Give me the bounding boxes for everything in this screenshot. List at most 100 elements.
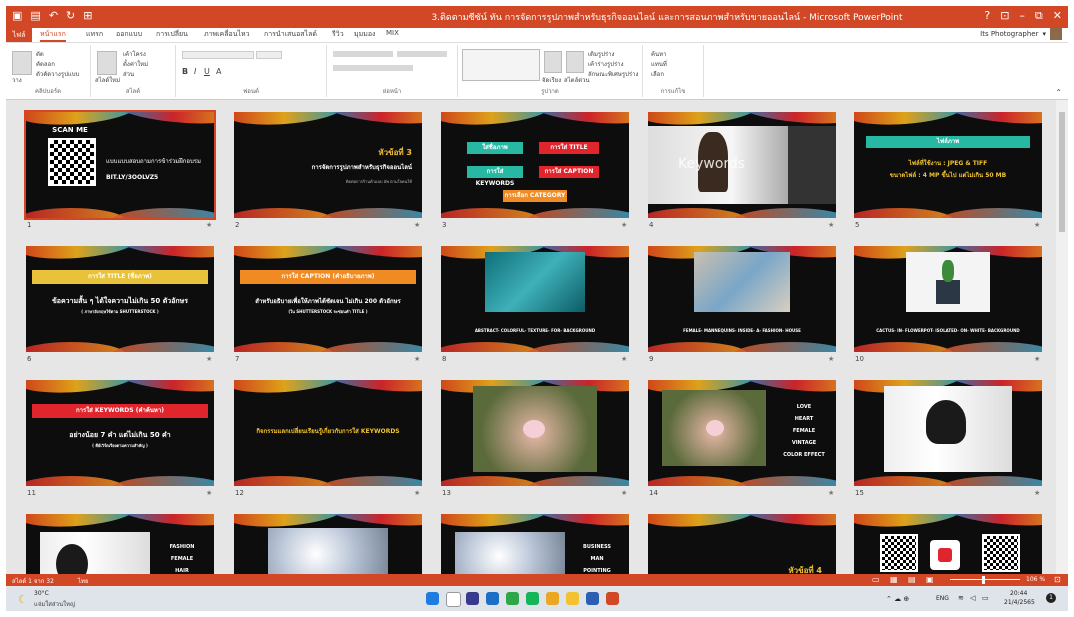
slide-thumbnail[interactable]: BUSINESS MAN POINTING [441,514,629,574]
tab-home[interactable]: หน้าแรก [40,29,66,42]
collapse-ribbon-icon[interactable]: ⌃ [1055,88,1062,97]
shape-fill-button[interactable]: เติมรูปร่าง [588,49,614,59]
find-button[interactable]: ค้นหา [651,49,666,59]
italic-button[interactable]: I [194,67,196,76]
slide-thumbnail[interactable]: LOVE HEART FEMALE VINTAGE COLOR EFFECT [648,380,836,486]
transition-star-icon[interactable]: ★ [206,355,212,363]
new-slide-button[interactable]: สไลด์ใหม่ [95,75,120,85]
zoom-slider[interactable] [950,579,1020,580]
fit-slide-icon[interactable]: ⊡ [1054,575,1061,584]
replace-button[interactable]: แทนที่ [651,59,667,69]
transition-star-icon[interactable]: ★ [621,355,627,363]
minimize-button[interactable]: – [1019,9,1025,23]
vertical-scrollbar[interactable] [1056,100,1068,574]
weather-icon[interactable]: ☾ [18,593,28,606]
zoom-slider-thumb[interactable] [982,576,985,584]
slide-thumbnail[interactable]: กิจกรรมแลกเปลี่ยนเรียนรู้เกี่ยวกับการใส่… [234,380,422,486]
text-direction-controls[interactable] [397,51,447,57]
tab-transitions[interactable]: การเปลี่ยน [156,29,188,40]
user-account[interactable]: Its Photographer ▾ [980,28,1062,40]
transition-star-icon[interactable]: ★ [828,221,834,229]
tab-review[interactable]: รีวิว [332,29,344,40]
reading-view-icon[interactable]: ▤ [908,575,916,584]
font-size-dropdown[interactable] [256,51,282,59]
transition-star-icon[interactable]: ★ [206,489,212,497]
shape-outline-button[interactable]: เค้าร่างรูปร่าง [588,59,624,69]
transition-star-icon[interactable]: ★ [414,355,420,363]
shapes-gallery[interactable] [462,49,540,81]
tab-file[interactable]: ไฟล์ [6,28,32,42]
slide-thumbnail[interactable]: การใส่ KEYWORDS (คำค้นหา) อย่างน้อย 7 คำ … [26,380,214,486]
input-language[interactable]: ENG [936,595,949,602]
slide-thumbnail[interactable]: ABSTRACT- COLORFUL- TEXTURE- FOR- BACKGR… [441,246,629,352]
tab-animations[interactable]: ภาพเคลื่อนไหว [204,29,250,40]
transition-star-icon[interactable]: ★ [828,489,834,497]
alignment-controls[interactable] [333,65,413,71]
teams-icon[interactable] [466,592,479,605]
restore-button[interactable]: ⧉ [1035,9,1043,23]
select-button[interactable]: เลือก [651,69,664,79]
arrange-icon[interactable] [544,51,562,73]
chrome-icon[interactable] [546,592,559,605]
slide-thumbnail[interactable]: ใส่ชื่อภาพ การใส่ TITLE การใส่ KEYWORDS การ… [441,112,629,218]
layout-button[interactable]: เค้าโครง [123,49,146,59]
transition-star-icon[interactable]: ★ [621,221,627,229]
slide-thumbnail[interactable]: ANDROIDIOS [854,514,1042,574]
network-icon[interactable]: ≋ [958,594,964,602]
transition-star-icon[interactable]: ★ [1034,355,1040,363]
word-icon[interactable] [586,592,599,605]
clock-time[interactable]: 20:44 [1010,590,1027,597]
help-button[interactable]: ? [984,9,990,23]
language-status[interactable]: ไทย [78,576,89,586]
transition-star-icon[interactable]: ★ [414,489,420,497]
ribbon-display-button[interactable]: ⊡ [1000,9,1009,23]
slide-thumbnail[interactable]: การใส่ TITLE (ชื่อภาพ) ข้อความสั้น ๆ ได้ใ… [26,246,214,352]
slide-thumbnail[interactable]: FEMALE- MANNEQUINS- INSIDE- A- FASHION- … [648,246,836,352]
slide-thumbnail[interactable]: CACTUS- IN- FLOWERPOT- ISOLATED- ON- WHI… [854,246,1042,352]
copy-button[interactable]: คัดลอก [36,59,55,69]
section-button[interactable]: ส่วน [123,69,134,79]
photoshop-icon[interactable] [486,592,499,605]
font-name-dropdown[interactable] [182,51,254,59]
slide-thumbnail[interactable] [854,380,1042,486]
bullets-controls[interactable] [333,51,393,57]
transition-star-icon[interactable]: ★ [828,355,834,363]
slide-thumbnail[interactable] [234,514,422,574]
tray-icons[interactable]: ⌃ ☁ ⊕ [886,595,909,603]
edge-icon[interactable] [506,592,519,605]
slide-thumbnail[interactable]: การใส่ CAPTION (คำอธิบายภาพ) สำหรับอธิบาย… [234,246,422,352]
arrange-button[interactable]: จัดเรียง [542,75,561,85]
weather-text[interactable]: แจ่มใสส่วนใหญ่ [34,599,75,609]
scrollbar-thumb[interactable] [1059,112,1065,232]
battery-icon[interactable]: ▭ [982,594,989,602]
close-button[interactable]: ✕ [1053,9,1062,23]
notification-icon[interactable]: 1 [1046,593,1056,603]
powerpoint-taskbar-icon[interactable] [606,592,619,605]
tab-design[interactable]: ออกแบบ [116,29,142,40]
normal-view-icon[interactable]: ▭ [872,575,880,584]
tab-insert[interactable]: แทรก [86,29,103,40]
format-painter-button[interactable]: ตัวคัดวางรูปแบบ [36,69,79,79]
slide-thumbnail[interactable]: ไฟล์ภาพ ไฟล์ที่ใช้งาน : JPEG & TIFF ขนาดไฟ… [854,112,1042,218]
shape-effects-button[interactable]: ลักษณะพิเศษรูปร่าง [588,69,638,79]
clock-date[interactable]: 21/4/2565 [1004,599,1035,606]
slide-thumbnail[interactable]: Keywords [648,112,836,218]
transition-star-icon[interactable]: ★ [206,221,212,229]
bold-button[interactable]: B [182,67,188,76]
slide-thumbnail[interactable]: FASHION FEMALE HAIR [26,514,214,574]
tab-mix[interactable]: MIX [386,29,399,37]
slide-thumbnail[interactable]: หัวข้อที่ 3 การจัดการรูปภาพสำหรับธุรกิจออ… [234,112,422,218]
transition-star-icon[interactable]: ★ [414,221,420,229]
file-explorer-icon[interactable] [566,592,579,605]
font-color-button[interactable]: A [216,67,221,76]
slide-thumbnail[interactable]: SCAN ME แบบแบบสอบถามการข้าร่วมฝึกอบรม BIT.… [24,110,216,220]
tab-view[interactable]: มุมมอง [354,29,375,40]
volume-icon[interactable]: ◁ [970,594,975,602]
slideshow-icon[interactable]: ▣ [926,575,934,584]
transition-star-icon[interactable]: ★ [1034,489,1040,497]
search-icon[interactable] [446,592,461,607]
quick-styles-button[interactable]: สไตล์ด่วน [564,75,590,85]
slide-sorter-icon[interactable]: ▦ [890,575,898,584]
paste-button[interactable]: วาง [12,75,22,85]
weather-temp[interactable]: 30°C [34,590,49,597]
